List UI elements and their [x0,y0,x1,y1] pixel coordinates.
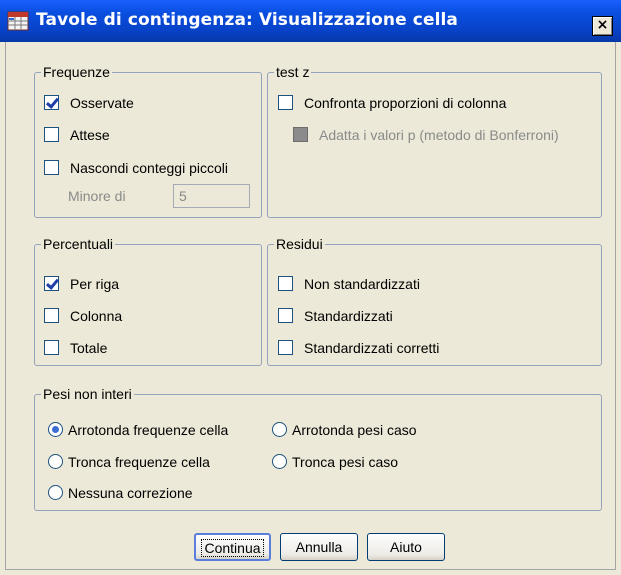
confronta-label: Confronta proporzioni di colonna [304,95,507,111]
non-standardizzati-label: Non standardizzati [304,276,420,292]
standardizzati-corretti-checkbox-box[interactable] [278,340,293,355]
aiuto-button-label: Aiuto [390,539,422,555]
arrotonda-frequenze-radio-dot[interactable] [48,422,63,437]
continua-button-label: Continua [201,539,264,557]
adatta-label: Adatta i valori p (metodo di Bonferroni) [319,127,559,143]
non-standardizzati-checkbox-box[interactable] [278,276,293,291]
group-frequenze-legend: Frequenze [41,64,112,81]
standardizzati-checkbox-box[interactable] [278,308,293,323]
continua-button[interactable]: Continua [194,533,271,561]
annulla-button-label: Annulla [295,539,343,555]
group-pesi-legend: Pesi non interi [41,386,134,403]
title-bar[interactable]: Tavole di contingenza: Visualizzazione c… [0,0,621,42]
tronca-frequenze-radio-dot[interactable] [48,454,63,469]
window-title: Tavole di contingenza: Visualizzazione c… [36,10,459,30]
colonna-checkbox-box[interactable] [44,308,59,323]
attese-label: Attese [70,127,110,143]
dialog-window: Tavole di contingenza: Visualizzazione c… [0,0,621,575]
close-button[interactable]: × [592,16,613,36]
tronca-pesi-label: Tronca pesi caso [292,454,399,470]
standardizzati-label: Standardizzati [304,308,393,324]
attese-checkbox-box[interactable] [44,127,59,142]
adatta-checkbox-box[interactable] [293,127,308,142]
osservate-label: Osservate [70,95,134,111]
confronta-checkbox-box[interactable] [278,95,293,110]
minore-di-input[interactable]: 5 [173,184,250,208]
arrotonda-pesi-radio-dot[interactable] [272,422,287,437]
minore-di-label: Minore di [68,188,126,204]
spss-table-icon [7,11,29,31]
tronca-frequenze-label: Tronca frequenze cella [68,454,210,470]
close-icon: × [596,17,609,33]
annulla-button[interactable]: Annulla [280,533,358,561]
colonna-label: Colonna [70,308,123,324]
totale-label: Totale [70,340,108,356]
nascondi-label: Nascondi conteggi piccoli [70,160,228,176]
aiuto-button[interactable]: Aiuto [367,533,445,561]
nessuna-correzione-label: Nessuna correzione [68,485,193,501]
per-riga-label: Per riga [70,276,120,292]
per-riga-checkbox-box[interactable] [44,276,59,291]
totale-checkbox-box[interactable] [44,340,59,355]
tronca-pesi-radio-dot[interactable] [272,454,287,469]
nessuna-correzione-radio-dot[interactable] [48,485,63,500]
nascondi-checkbox-box[interactable] [44,160,59,175]
group-percentuali-legend: Percentuali [41,236,116,253]
arrotonda-pesi-label: Arrotonda pesi caso [292,422,417,438]
group-residui-legend: Residui [274,236,325,253]
group-test-z-legend: test z [274,64,312,81]
arrotonda-frequenze-label: Arrotonda frequenze cella [68,422,229,438]
standardizzati-corretti-label: Standardizzati corretti [304,340,440,356]
group-percentuali: Percentuali [34,236,262,366]
osservate-checkbox-box[interactable] [44,95,59,110]
